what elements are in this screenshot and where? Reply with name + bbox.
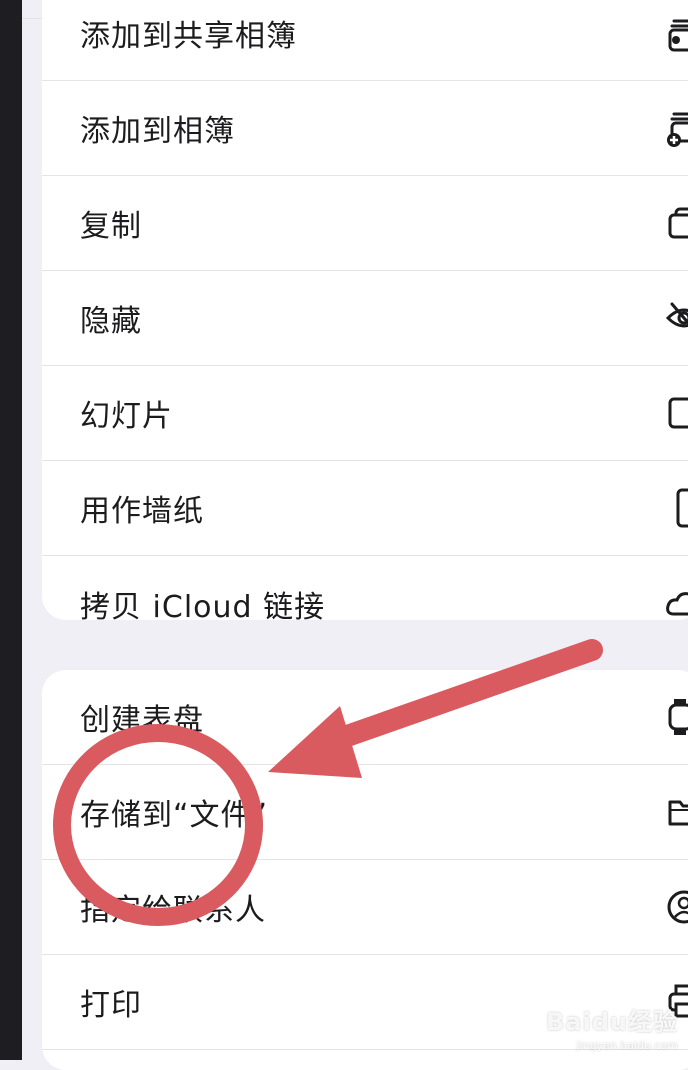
menu-item-label: 指定给联系人 xyxy=(80,893,266,928)
album-add-icon xyxy=(664,108,688,148)
menu-item-label: 存储到“文件” xyxy=(80,798,269,833)
baidu-watermark: Baidu经验 jingyan.baidu.com xyxy=(546,1002,678,1052)
wallpaper-icon xyxy=(664,488,688,528)
duplicate-icon xyxy=(664,203,688,243)
watermark-main: Baidu经验 xyxy=(546,1008,678,1036)
folder-icon xyxy=(664,792,688,832)
menu-item-add-to-shared-album[interactable]: 添加到共享相簿 xyxy=(42,0,688,81)
menu-item-hide[interactable]: 隐藏 xyxy=(42,271,688,366)
watch-face-icon xyxy=(664,697,688,737)
menu-item-label: 创建表盘 xyxy=(80,703,204,738)
shared-album-add-icon xyxy=(664,13,688,53)
menu-item-save-to-files[interactable]: 存储到“文件” xyxy=(42,765,688,860)
menu-item-label: 添加到共享相簿 xyxy=(80,19,297,54)
left-window-edge xyxy=(0,0,22,1060)
menu-item-create-watch-face[interactable]: 创建表盘 xyxy=(42,670,688,765)
slideshow-icon xyxy=(664,393,688,433)
menu-item-add-to-album[interactable]: 添加到相簿 xyxy=(42,81,688,176)
contact-icon xyxy=(664,887,688,927)
menu-item-label: 打印 xyxy=(80,988,142,1023)
watermark-sub: jingyan.baidu.com xyxy=(576,1039,678,1052)
share-actions-group-1: 添加到共享相簿 添加到相簿 复制 隐藏 幻灯片 用作墙纸 拷贝 iCloud 链… xyxy=(42,0,688,620)
menu-item-label: 用作墙纸 xyxy=(80,494,204,529)
menu-item-label: 幻灯片 xyxy=(80,399,173,434)
menu-item-copy-icloud-link[interactable]: 拷贝 iCloud 链接 xyxy=(42,556,688,620)
menu-item-slideshow[interactable]: 幻灯片 xyxy=(42,366,688,461)
menu-item-assign-to-contact[interactable]: 指定给联系人 xyxy=(42,860,688,955)
menu-item-duplicate[interactable]: 复制 xyxy=(42,176,688,271)
menu-item-label: 添加到相簿 xyxy=(80,114,235,149)
menu-item-use-as-wallpaper[interactable]: 用作墙纸 xyxy=(42,461,688,556)
cloud-link-icon xyxy=(664,584,688,621)
menu-item-label: 复制 xyxy=(80,209,142,244)
menu-item-label: 拷贝 iCloud 链接 xyxy=(80,589,326,621)
menu-item-label: 隐藏 xyxy=(80,304,142,339)
eye-slash-icon xyxy=(664,298,688,338)
